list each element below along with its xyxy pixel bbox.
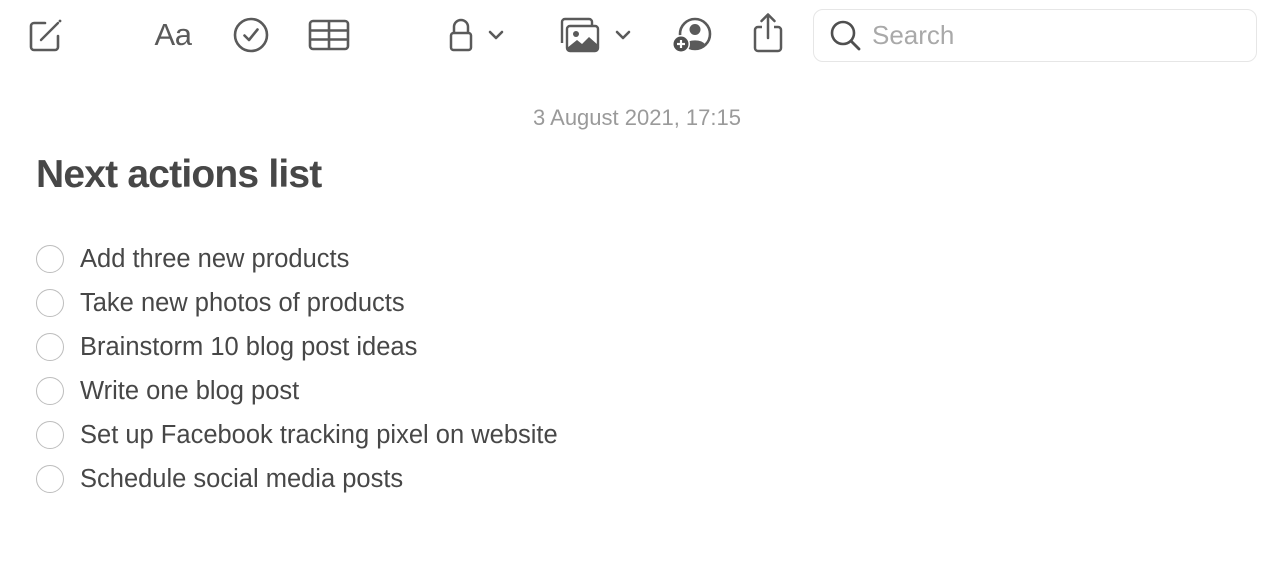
checkbox[interactable] (36, 465, 64, 493)
note-title[interactable]: Next actions list (36, 153, 322, 197)
new-note-button[interactable] (24, 14, 66, 56)
lock-note-button[interactable] (443, 14, 509, 56)
checklist-item: Add three new products (36, 237, 558, 281)
checklist-item: Write one blog post (36, 369, 558, 413)
checklist-item: Take new photos of products (36, 281, 558, 325)
checkbox[interactable] (36, 377, 64, 405)
chevron-down-icon (615, 30, 631, 40)
checklist-item-text[interactable]: Schedule social media posts (80, 465, 403, 494)
chevron-down-icon (488, 30, 504, 40)
checklist-item-text[interactable]: Write one blog post (80, 377, 299, 406)
lock-icon (449, 18, 473, 52)
table-icon (308, 19, 350, 51)
checklist-item: Set up Facebook tracking pixel on websit… (36, 413, 558, 457)
checkbox[interactable] (36, 333, 64, 361)
checklist-item-text[interactable]: Set up Facebook tracking pixel on websit… (80, 421, 558, 450)
checklist-item-text[interactable]: Take new photos of products (80, 289, 405, 318)
table-button[interactable] (307, 14, 351, 56)
checklist-item-text[interactable]: Add three new products (80, 245, 349, 274)
format-button[interactable]: Aa (148, 14, 198, 56)
search-icon (830, 20, 861, 50)
note-date: 3 August 2021, 17:15 (533, 105, 741, 130)
compose-icon (29, 19, 62, 52)
checklist: Add three new products Take new photos o… (36, 237, 558, 501)
checkbox[interactable] (36, 245, 64, 273)
checklist-item: Brainstorm 10 blog post ideas (36, 325, 558, 369)
checkbox[interactable] (36, 421, 64, 449)
share-icon (753, 13, 783, 53)
collaborate-button[interactable] (669, 14, 715, 56)
search-field[interactable] (813, 9, 1257, 62)
checklist-button[interactable] (230, 14, 272, 56)
toolbar: Aa (0, 0, 1268, 75)
search-input[interactable] (872, 20, 1232, 51)
photo-icon (560, 17, 600, 53)
share-button[interactable] (748, 10, 788, 56)
format-label: Aa (154, 17, 192, 52)
checklist-item-text[interactable]: Brainstorm 10 blog post ideas (80, 333, 417, 362)
checkbox[interactable] (36, 289, 64, 317)
checklist-icon (233, 17, 269, 53)
media-button[interactable] (555, 14, 635, 56)
add-person-icon (672, 17, 712, 53)
checklist-item: Schedule social media posts (36, 457, 558, 501)
